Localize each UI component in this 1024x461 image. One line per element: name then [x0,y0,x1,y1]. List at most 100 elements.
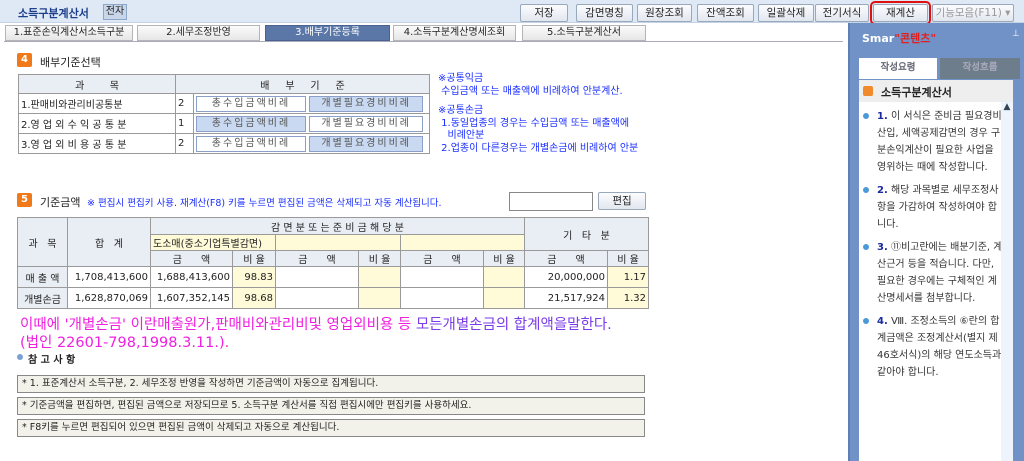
header-amount: 금 액 [150,250,233,267]
prior-form-button[interactable]: 전기서식 [815,4,869,22]
other-ratio-cell: 1.17 [607,266,649,288]
guide-item: 3. ⑪비고란에는 배분기준, 계산근거 등을 적습니다. 다만, 필요한 경우… [859,239,1003,307]
bullet-icon [863,113,869,119]
bullet-icon [863,187,869,193]
bullet-icon [863,318,869,324]
other-ratio-cell: 1.32 [607,287,649,309]
section-icon [863,86,873,96]
item-number: 4. [877,316,888,327]
item-number: 3. [877,242,888,253]
tab-writing-flow[interactable]: 작성흐름 [940,58,1020,79]
other-amount-cell[interactable]: 20,000,000 [524,266,608,288]
header-ratio: 비 율 [358,250,401,267]
amount-cell[interactable]: 1,607,352,145 [150,287,233,309]
reference-item: * F8키를 누르면 편집되어 있으면 편집된 금액이 삭제되고 자동으로 계산… [17,419,645,437]
header-amount: 금 액 [400,250,484,267]
basis-value-input[interactable]: 1 [175,113,194,134]
edit-input[interactable] [509,192,593,211]
panel-scrollbar[interactable]: ▲ [1001,102,1013,461]
item-number: 2. [877,185,888,196]
reduction-name-button[interactable]: 감면명칭 [576,4,633,22]
page-title: 소득구분계산서 [18,7,89,20]
table-row: 1.판매비와관리비공통분 2 총수입금액비례 개별필요경비비례 [18,93,430,114]
balance-view-button[interactable]: 잔액조회 [697,4,754,22]
header-ratio: 비 율 [483,250,525,267]
tab-tax-adjustment[interactable]: 2.세무조정반영 [137,25,260,41]
reduction-type-cell[interactable] [400,234,525,251]
total-cell: 1,708,413,600 [67,266,151,288]
ratio-cell [483,266,525,288]
total-revenue-option[interactable]: 총수입금액비례 [196,95,306,112]
note-line: 수입금액 또는 매출액에 비례하여 안분계산. [438,85,623,97]
section-4-badge: 4 [17,53,32,67]
electronic-button[interactable]: 전자 [103,4,127,20]
individual-expense-option[interactable]: 개별필요경비비례 [309,115,424,132]
panel-overlay-text: "콘텐츠" [894,32,937,45]
header-ratio: 비 율 [232,250,276,267]
header-total: 합 계 [67,217,151,267]
recalculate-button[interactable]: 재계산 [870,1,931,25]
section-5-badge: 5 [17,193,32,207]
panel-title-bar: 소득구분계산서 [859,80,1013,102]
table-row: 3.영 업 외 비 용 공 통 분 2 총수입금액비례 개별필요경비비례 [18,133,430,154]
ledger-view-button[interactable]: 원장조회 [637,4,692,22]
reference-item: * 기준금액을 편집하면, 편집된 금액으로 저장되므로 5. 소득구분 계산서… [17,397,645,415]
tab-writing-guide[interactable]: 작성요령 [859,58,937,79]
guide-item: 2. 해당 과목별로 세무조정사항을 가감하여 작성하여야 합니다. [859,182,1003,233]
item-text: ⑪비고란에는 배분기준, 계산근거 등을 적습니다. 다만, 필요한 경우에는 … [877,242,1003,304]
edit-button[interactable]: 편집 [598,192,646,210]
amount-cell[interactable] [275,287,359,309]
amount-cell[interactable] [400,287,484,309]
functions-dropdown[interactable]: 기능모음(F11) ▾ [932,4,1014,22]
total-revenue-option[interactable]: 총수입금액비례 [196,135,306,152]
pin-icon[interactable]: ⊥ [1012,29,1020,39]
tab-income-classification[interactable]: 5.소득구분계산서 [522,25,646,41]
ratio-cell [358,287,401,309]
guide-item: 4. Ⅷ. 조정소득의 ⑥란의 합계금액은 조정계산서(별지 제46호서식)의 … [859,313,1003,381]
scroll-up-icon[interactable]: ▲ [1001,102,1013,112]
ratio-cell: 98.68 [232,287,276,309]
individual-expense-option[interactable]: 개별필요경비비례 [309,95,424,112]
tab-allocation-basis[interactable]: 3.배부기준등록 [265,25,390,41]
item-number: 1. [877,111,888,122]
ratio-cell [483,287,525,309]
note-line: 1.동일업종의 경우는 수입금액 또는 매출액에 [438,117,630,129]
reference-title: 참 고 사 항 [28,355,76,366]
bulk-delete-button[interactable]: 일괄삭제 [758,4,814,22]
save-button[interactable]: 저장 [520,4,568,22]
guide-item: 1. 이 서식은 준비금 필요경비산입, 세액공제감면의 경우 구분손익계산이 … [859,108,1003,176]
table-row: 매 출 액 1,708,413,600 1,688,413,600 98.83 20,0… [17,266,649,288]
annotation-part2: 모든개별손금의 합계액을말한다. [415,317,612,333]
header-reduction: 감 면 분 또 는 준 비 금 해 당 분 [150,217,525,235]
smart-panel: Smar"콘텐츠" ⊥ 작성요령 작성흐름 소득구분계산서 1. 이 서식은 준… [848,23,1024,461]
total-cell: 1,628,870,069 [67,287,151,309]
tab-income-statement[interactable]: 1.표준손익계산서소득구분 [5,25,133,41]
basis-value-input[interactable]: 2 [175,93,194,114]
basis-value-input[interactable]: 2 [175,133,194,154]
bullet-icon [17,354,23,360]
total-revenue-option[interactable]: 총수입금액비례 [196,115,306,132]
amount-cell[interactable] [275,266,359,288]
ratio-cell: 98.83 [232,266,276,288]
item-text: 이 서식은 준비금 필요경비산입, 세액공제감면의 경우 구분손익계산이 필요한… [877,111,1002,173]
table-row: 2.영 업 외 수 익 공 통 분 1 총수입금액비례 개별필요경비비례 [18,113,430,134]
tab-detail-view[interactable]: 4.소득구분계산명세조회 [393,25,516,41]
amount-cell[interactable]: 1,688,413,600 [150,266,233,288]
header-other: 기 타 분 [524,217,649,251]
panel-header-text: Smar [862,32,895,45]
table-row: 개별손금 1,628,870,069 1,607,352,145 98.68 21,51… [17,287,649,309]
section-4-title: 배부기준선택 [40,56,101,69]
individual-expense-option[interactable]: 개별필요경비비례 [309,135,424,152]
note-line: ※공통손금 [438,105,484,116]
header-basis: 배 부 기 준 [175,74,430,94]
other-amount-cell[interactable]: 21,517,924 [524,287,608,309]
edit-notice: ※ 편집시 편집키 사용. 재계산(F8) 키를 누르면 편집된 금액은 삭제되… [87,198,442,209]
header-subject: 과 목 [18,74,176,94]
annotation-reference: (법인 22601-798,1998.3.11.). [20,335,230,351]
reduction-type-cell[interactable] [275,234,401,251]
header-amount: 금 액 [524,250,608,267]
amount-cell[interactable] [400,266,484,288]
header-amount: 금 액 [275,250,359,267]
reduction-type-cell[interactable]: 도소매(중소기업특별감면) [150,234,276,251]
row-label: 개별손금 [17,287,68,309]
